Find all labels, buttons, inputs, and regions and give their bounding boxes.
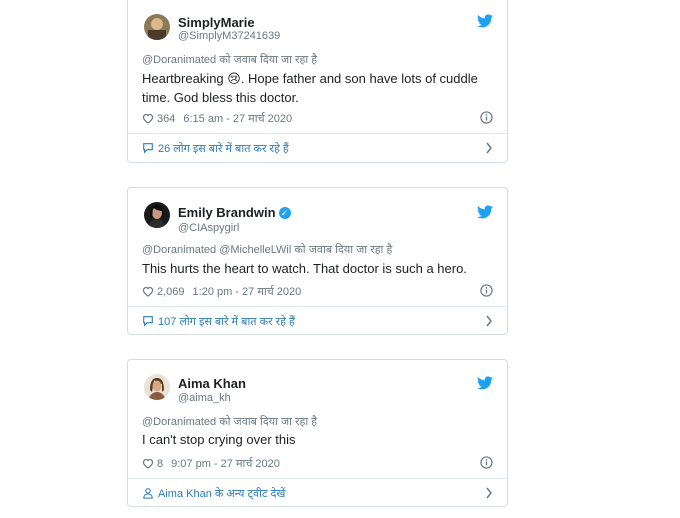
more-tweets-link[interactable]: Aima Khan के अन्य ट्वीट देखें <box>142 481 493 505</box>
more-tweets-label: Aima Khan के अन्य ट्वीट देखें <box>158 487 286 500</box>
tweet-text: I can't stop crying over this <box>142 430 492 449</box>
heart-icon[interactable] <box>142 286 154 297</box>
tweet-text-line: This hurts the heart to watch. That doct… <box>142 261 467 276</box>
tweet-meta: 364 6:15 am - 27 मार्च 2020 <box>142 111 292 126</box>
like-count[interactable]: 364 <box>157 113 175 125</box>
verified-badge-icon: ✓ <box>278 207 291 219</box>
twitter-bird-icon[interactable] <box>477 14 493 28</box>
tweet-meta: 2,069 1:20 pm - 27 मार्च 2020 <box>142 284 301 299</box>
tweet-card: Aima Khan @aima_kh @Doranimated को जवाब … <box>127 359 508 507</box>
avatar[interactable] <box>144 202 170 228</box>
person-icon <box>143 488 153 499</box>
conversation-link[interactable]: 107 लोग इस बारे में बात कर रहे हैं <box>142 309 493 333</box>
avatar[interactable] <box>144 374 170 400</box>
conversation-count: 26 लोग इस बारे में बात कर रहे हैं <box>158 142 289 155</box>
reply-context: @Doranimated @MichelleLWil को जवाब दिया … <box>142 244 393 256</box>
comment-icon <box>143 143 153 154</box>
comment-icon <box>143 316 153 327</box>
heart-icon[interactable] <box>142 458 154 469</box>
tweet-text: Heartbreaking 😢. Hope father and son hav… <box>142 69 492 107</box>
divider <box>128 306 507 307</box>
author-handle[interactable]: @aima_kh <box>178 392 231 404</box>
timestamp[interactable]: 1:20 pm - 27 मार्च 2020 <box>193 284 302 299</box>
author-name[interactable]: SimplyMarie <box>178 15 255 30</box>
tweet-card: Emily Brandwin ✓ @CIAspygirl @Doranimated… <box>127 187 508 335</box>
tweet-text-line: time. God bless this doctor. <box>142 90 299 105</box>
tweet-meta: 8 9:07 pm - 27 मार्च 2020 <box>142 456 280 471</box>
chevron-right-icon <box>486 315 492 327</box>
twitter-bird-icon[interactable] <box>477 205 493 219</box>
info-icon[interactable] <box>480 111 493 124</box>
conversation-link[interactable]: 26 लोग इस बारे में बात कर रहे हैं <box>142 136 493 160</box>
author-handle[interactable]: @SimplyM37241639 <box>178 30 280 42</box>
like-count[interactable]: 8 <box>157 458 163 470</box>
author-name[interactable]: Emily Brandwin ✓ <box>178 205 291 220</box>
divider <box>128 478 507 479</box>
avatar[interactable] <box>144 14 170 40</box>
like-count[interactable]: 2,069 <box>157 286 185 298</box>
chevron-right-icon <box>486 487 492 499</box>
author-name[interactable]: Aima Khan <box>178 376 246 391</box>
timestamp[interactable]: 9:07 pm - 27 मार्च 2020 <box>171 456 280 471</box>
author-handle[interactable]: @CIAspygirl <box>178 222 239 234</box>
heart-icon[interactable] <box>142 113 154 124</box>
conversation-count: 107 लोग इस बारे में बात कर रहे हैं <box>158 315 295 328</box>
tweet-text-line: I can't stop crying over this <box>142 432 296 447</box>
reply-context: @Doranimated को जवाब दिया जा रहा है <box>142 416 318 428</box>
tweet-text-line: Heartbreaking 😢. Hope father and son hav… <box>142 71 478 86</box>
tweet-text: This hurts the heart to watch. That doct… <box>142 259 492 278</box>
tweet-card: SimplyMarie @SimplyM37241639 @Doranimate… <box>127 0 508 163</box>
chevron-right-icon <box>486 142 492 154</box>
info-icon[interactable] <box>480 456 493 469</box>
info-icon[interactable] <box>480 284 493 297</box>
timestamp[interactable]: 6:15 am - 27 मार्च 2020 <box>183 111 292 126</box>
divider <box>128 133 507 134</box>
reply-context: @Doranimated को जवाब दिया जा रहा है <box>142 54 318 66</box>
twitter-bird-icon[interactable] <box>477 376 493 390</box>
author-name-text: Emily Brandwin <box>178 205 276 220</box>
